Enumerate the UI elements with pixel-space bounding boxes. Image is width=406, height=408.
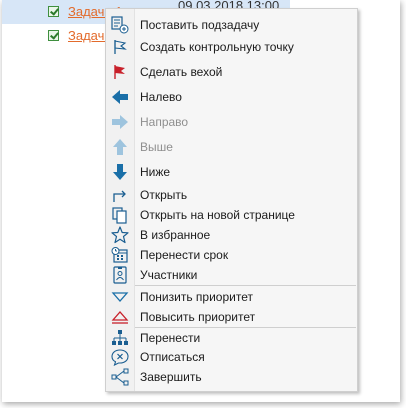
menu-item-label: Участники [140, 268, 198, 282]
menu-item-label: Повысить приоритет [140, 310, 256, 324]
participants-icon [110, 266, 130, 284]
unsubscribe-icon [110, 348, 130, 366]
menu-item-reschedule[interactable]: Перенести срок [106, 245, 357, 265]
menu-item-label: В избранное [140, 228, 211, 242]
menu-item-label: Выше [140, 140, 173, 154]
arrow-right-icon [110, 113, 130, 131]
menu-item-participants[interactable]: Участники [106, 265, 357, 285]
menu-item-complete[interactable]: Завершить [106, 367, 357, 387]
menu-item-move-up: Выше [106, 137, 357, 157]
menu-item-make-milestone[interactable]: Сделать вехой [106, 62, 357, 82]
menu-item-label: Ниже [140, 165, 171, 179]
open-icon [110, 186, 130, 204]
task-checkbox[interactable] [48, 30, 59, 41]
menu-item-label: Завершить [140, 370, 202, 384]
arrow-left-icon [110, 88, 130, 106]
menu-item-move-left[interactable]: Налево [106, 87, 357, 107]
menu-item-move[interactable]: Перенести [106, 328, 357, 348]
menu-item-open[interactable]: Открыть [106, 185, 357, 205]
move-hierarchy-icon [110, 329, 130, 347]
reschedule-icon [110, 246, 130, 264]
flag-outline-icon [110, 38, 130, 56]
menu-item-label: Создать контрольную точку [140, 40, 294, 54]
menu-item-move-down[interactable]: Ниже [106, 162, 357, 182]
menu-item-label: Отписаться [140, 350, 205, 364]
menu-item-label: Поставить подзадачу [140, 18, 260, 32]
star-icon [110, 226, 130, 244]
menu-item-label: Сделать вехой [140, 65, 223, 79]
menu-item-label: Открыть [140, 188, 188, 202]
red-flag-icon [110, 63, 130, 81]
menu-item-create-checkpoint[interactable]: Создать контрольную точку [106, 37, 357, 57]
complete-icon [110, 368, 130, 386]
lower-priority-icon [110, 288, 130, 306]
task-list-panel: Задача 1 09.03.2018 13:00 Задача 2 Поста… [2, 0, 400, 402]
menu-item-raise-priority[interactable]: Повысить приоритет [106, 307, 357, 327]
menu-item-favorites[interactable]: В избранное [106, 225, 357, 245]
raise-priority-icon [110, 308, 130, 326]
open-new-page-icon [110, 206, 130, 224]
menu-item-label: Перенести срок [140, 248, 229, 262]
menu-item-lower-priority[interactable]: Понизить приоритет [106, 287, 357, 307]
menu-separator [135, 285, 356, 286]
menu-item-label: Налево [140, 90, 182, 104]
menu-item-unsubscribe[interactable]: Отписаться [106, 347, 357, 367]
arrow-down-icon [110, 163, 130, 181]
context-menu: Поставить подзадачу Создать контрольную … [105, 8, 358, 392]
task-checkbox[interactable] [48, 6, 59, 17]
arrow-up-icon [110, 138, 130, 156]
menu-item-add-subtask[interactable]: Поставить подзадачу [106, 15, 357, 35]
menu-item-open-new-page[interactable]: Открыть на новой странице [106, 205, 357, 225]
menu-item-label: Направо [140, 115, 189, 129]
menu-item-label: Открыть на новой странице [140, 208, 295, 222]
subtask-icon [110, 16, 130, 34]
menu-item-label: Перенести [140, 331, 201, 345]
menu-item-label: Понизить приоритет [140, 290, 253, 304]
menu-item-move-right: Направо [106, 112, 357, 132]
